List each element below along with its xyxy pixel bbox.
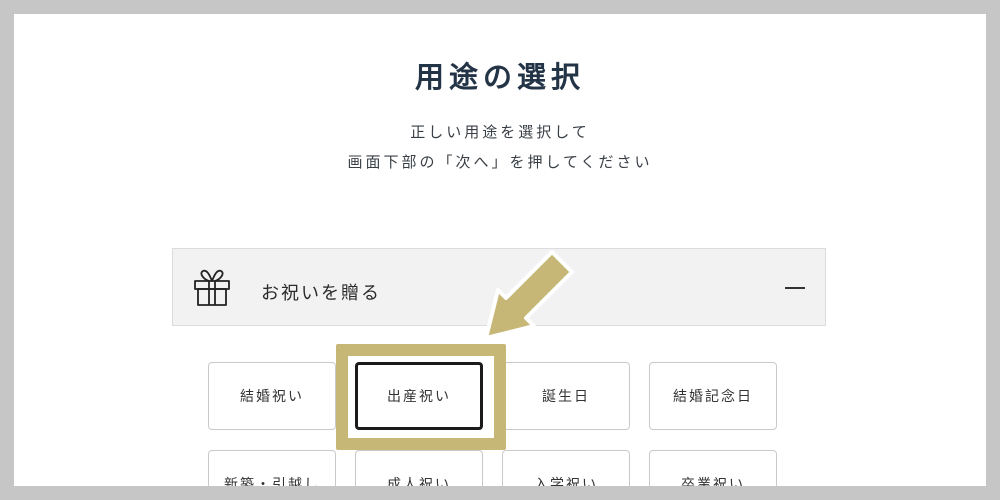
option-label: 誕生日 (542, 389, 590, 405)
option-label: 入学祝い (534, 477, 598, 486)
option-anniversary[interactable]: 結婚記念日 (649, 362, 777, 430)
accordion-label: お祝いを贈る (261, 283, 381, 304)
option-new-home[interactable]: 新築・引越し (208, 450, 336, 486)
option-label: 新築・引越し (224, 477, 320, 486)
option-label: 結婚祝い (240, 389, 304, 405)
page-title: 用途の選択 (414, 60, 585, 94)
content-frame: 用途の選択 正しい用途を選択して 画面下部の「次へ」を押してください お祝いを贈… (14, 14, 986, 486)
option-birthday[interactable]: 誕生日 (502, 362, 630, 430)
option-coming-of-age[interactable]: 成人祝い (355, 450, 483, 486)
gift-icon (194, 269, 230, 306)
minus-icon[interactable] (785, 287, 805, 289)
option-school-entry[interactable]: 入学祝い (502, 450, 630, 486)
option-wedding[interactable]: 結婚祝い (208, 362, 336, 430)
option-label: 成人祝い (387, 477, 451, 486)
instruction-text-line2: 画面下部の「次へ」を押してください (347, 153, 653, 171)
option-graduation[interactable]: 卒業祝い (649, 450, 777, 486)
option-label: 卒業祝い (681, 477, 745, 486)
highlight-box (336, 344, 506, 450)
pointer-arrow-icon (484, 250, 574, 340)
option-label: 結婚記念日 (673, 389, 753, 405)
instruction-text-line1: 正しい用途を選択して (410, 123, 590, 141)
